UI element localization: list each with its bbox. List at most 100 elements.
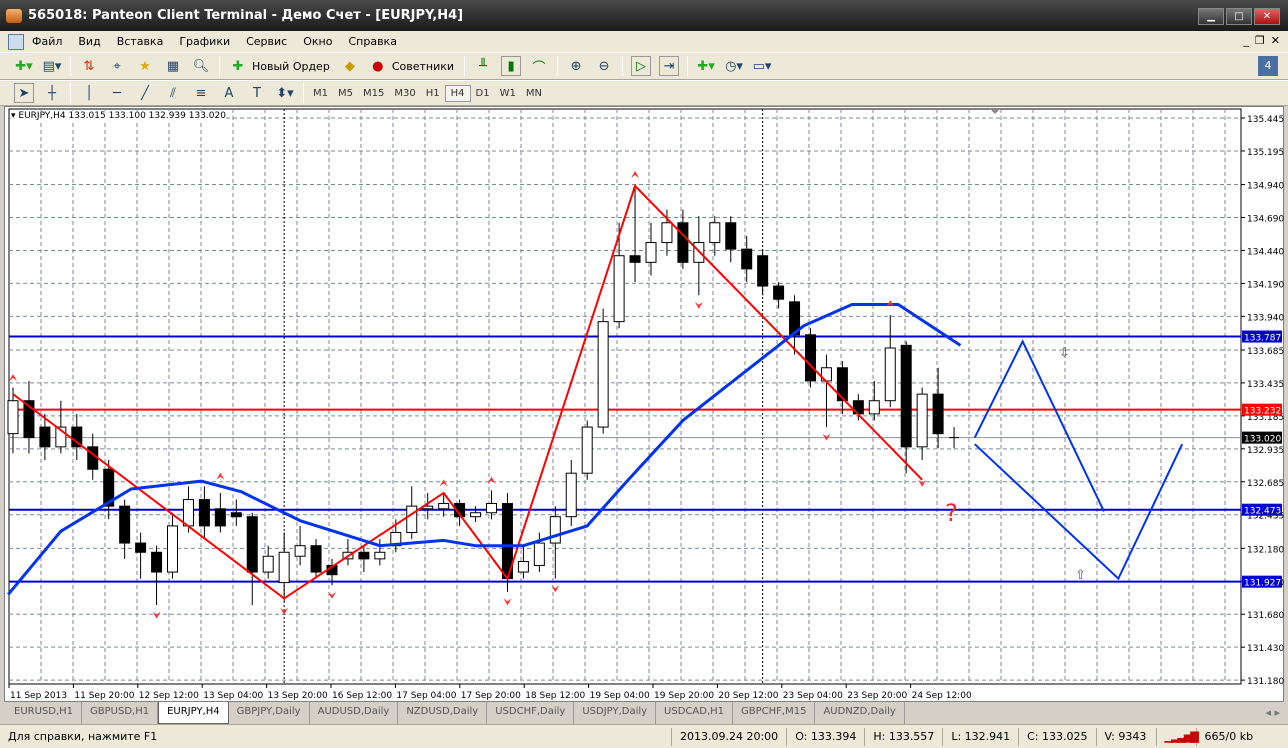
candle-body bbox=[358, 551, 370, 560]
zoom-out-icon[interactable]: ⊖ bbox=[594, 56, 614, 76]
price-tick-label: 133.940 bbox=[1247, 313, 1284, 323]
navigator-icon[interactable]: ★ bbox=[135, 56, 155, 76]
mdi-close-button[interactable]: ✕ bbox=[1271, 34, 1280, 47]
periods-icon[interactable]: ◷▾ bbox=[724, 56, 744, 76]
time-tick-label: 18 Sep 12:00 bbox=[525, 691, 585, 701]
time-tick-label: 13 Sep 20:00 bbox=[268, 691, 328, 701]
chart-shift-icon[interactable]: ⇥ bbox=[659, 56, 680, 76]
menu-charts[interactable]: Графики bbox=[179, 35, 230, 48]
candlestick-icon[interactable]: ▮ bbox=[501, 56, 522, 76]
tab-audusd-daily[interactable]: AUDUSD,Daily bbox=[310, 702, 399, 724]
candle-body bbox=[135, 542, 147, 553]
candle-body bbox=[725, 222, 737, 250]
fibonacci-icon[interactable]: ≡ bbox=[191, 83, 211, 103]
timeframe-h1[interactable]: H1 bbox=[421, 86, 445, 101]
advisors-button[interactable]: Советники bbox=[392, 60, 454, 73]
chart-window[interactable]: 135.445 135.195 134.940 134.690 134.440 134.1… bbox=[4, 106, 1284, 702]
profiles-icon[interactable]: ▤▾ bbox=[42, 56, 62, 76]
chart-window-icon[interactable] bbox=[8, 33, 24, 50]
warning-icon[interactable]: ◆ bbox=[340, 56, 360, 76]
tab-usdjpy-daily[interactable]: USDJPY,Daily bbox=[574, 702, 657, 724]
timeframe-d1[interactable]: D1 bbox=[471, 86, 495, 101]
symbol-ohlc-label: EURJPY,H4 133.015 133.100 132.939 133.02… bbox=[18, 111, 226, 121]
window-title: 565018: Panteon Client Terminal - Демо С… bbox=[28, 8, 464, 23]
tab-usdcad-h1[interactable]: USDCAD,H1 bbox=[656, 702, 733, 724]
app-icon bbox=[6, 8, 22, 23]
candle-body bbox=[757, 255, 769, 287]
new-order-icon[interactable]: ✚ bbox=[228, 56, 248, 76]
tab-audnzd-daily[interactable]: AUDNZD,Daily bbox=[815, 702, 905, 724]
plot-area bbox=[8, 108, 1242, 685]
title-bar: 565018: Panteon Client Terminal - Демо С… bbox=[0, 0, 1288, 31]
status-bar: Для справки, нажмите F1 2013.09.24 20:00… bbox=[0, 724, 1288, 748]
price-tick-label: 135.195 bbox=[1247, 148, 1284, 158]
tab-eurusd-h1[interactable]: EURUSD,H1 bbox=[6, 702, 83, 724]
menu-tools[interactable]: Сервис bbox=[246, 35, 287, 48]
tab-scroll-arrows[interactable]: ◂ ▸ bbox=[1265, 706, 1280, 719]
timeframe-w1[interactable]: W1 bbox=[495, 86, 521, 101]
line-chart-icon[interactable]: ⌒ bbox=[529, 56, 549, 76]
new-chart-icon[interactable]: ✚▾ bbox=[14, 56, 34, 76]
timeframe-mn[interactable]: MN bbox=[521, 86, 547, 101]
candle-body bbox=[805, 334, 816, 382]
cursor-icon[interactable]: ➤ bbox=[14, 83, 34, 103]
status-open: O: 133.394 bbox=[787, 727, 866, 746]
timeframe-m30[interactable]: M30 bbox=[389, 86, 420, 101]
timeframe-h4[interactable]: H4 bbox=[444, 84, 471, 102]
price-chart[interactable]: 135.445 135.195 134.940 134.690 134.440 134.1… bbox=[5, 107, 1285, 703]
bar-chart-icon[interactable]: ╨ bbox=[473, 56, 493, 76]
tab-gbpusd-h1[interactable]: GBPUSD,H1 bbox=[82, 702, 159, 724]
connection-bars-icon: ▁▂▃▅▇ bbox=[1157, 727, 1199, 746]
strategy-tester-icon[interactable]: 🔍︎ bbox=[191, 56, 211, 76]
tab-usdchf-daily[interactable]: USDCHF,Daily bbox=[487, 702, 575, 724]
arrows-icon[interactable]: ⬍▾ bbox=[275, 83, 295, 103]
price-tick-label: 133.435 bbox=[1247, 380, 1284, 390]
text-icon[interactable]: A bbox=[219, 83, 239, 103]
terminal-icon[interactable]: ▦ bbox=[163, 56, 183, 76]
text-label-icon[interactable]: T bbox=[247, 83, 267, 103]
timeframe-m1[interactable]: M1 bbox=[308, 86, 333, 101]
price-tick-label: 135.445 bbox=[1247, 115, 1284, 125]
candle-body bbox=[182, 499, 194, 527]
timeframe-m5[interactable]: M5 bbox=[333, 86, 358, 101]
menu-view[interactable]: Вид bbox=[78, 35, 100, 48]
zoom-in-icon[interactable]: ⊕ bbox=[566, 56, 586, 76]
price-tick-label: 132.685 bbox=[1247, 479, 1284, 489]
time-tick-label: 19 Sep 04:00 bbox=[590, 691, 650, 701]
candle-body bbox=[310, 545, 322, 573]
price-tick-label: 134.440 bbox=[1247, 247, 1284, 257]
candle-body bbox=[773, 285, 785, 300]
close-button[interactable]: ✕ bbox=[1254, 8, 1280, 25]
menu-file[interactable]: Файл bbox=[32, 35, 62, 48]
expert-advisors-icon[interactable]: ● bbox=[368, 56, 388, 76]
candle-body bbox=[406, 505, 418, 534]
mdi-restore-button[interactable]: ❐ bbox=[1255, 34, 1265, 47]
candle-body bbox=[517, 561, 529, 573]
time-tick-label: 11 Sep 2013 bbox=[10, 691, 67, 701]
templates-icon[interactable]: ▭▾ bbox=[752, 56, 772, 76]
tab-gbpjpy-daily[interactable]: GBPJPY,Daily bbox=[229, 702, 310, 724]
candle-body bbox=[246, 516, 258, 573]
indicators-icon[interactable]: ✚▾ bbox=[696, 56, 716, 76]
time-tick-label: 11 Sep 20:00 bbox=[74, 691, 134, 701]
equidistant-channel-icon[interactable]: ⫽ bbox=[163, 83, 183, 103]
new-order-button[interactable]: Новый Ордер bbox=[252, 60, 330, 73]
mdi-minimize-button[interactable]: _ bbox=[1243, 34, 1249, 47]
tab-nzdusd-daily[interactable]: NZDUSD,Daily bbox=[398, 702, 488, 724]
market-watch-icon[interactable]: ⇅ bbox=[79, 56, 99, 76]
minimize-button[interactable]: ▁ bbox=[1198, 8, 1224, 25]
notification-icon[interactable]: 4 bbox=[1258, 56, 1278, 76]
vertical-line-icon[interactable]: │ bbox=[79, 83, 99, 103]
menu-window[interactable]: Окно bbox=[303, 35, 332, 48]
maximize-button[interactable]: □ bbox=[1226, 8, 1252, 25]
menu-insert[interactable]: Вставка bbox=[117, 35, 164, 48]
tab-gbpchf-m15[interactable]: GBPCHF,M15 bbox=[733, 702, 816, 724]
tab-eurjpy-h4[interactable]: EURJPY,H4 bbox=[158, 702, 229, 724]
timeframe-m15[interactable]: M15 bbox=[358, 86, 389, 101]
trendline-icon[interactable]: ╱ bbox=[135, 83, 155, 103]
autoscroll-icon[interactable]: ▷ bbox=[631, 56, 652, 76]
data-window-icon[interactable]: ⌖ bbox=[107, 56, 127, 76]
crosshair-icon[interactable]: ┼ bbox=[42, 83, 62, 103]
menu-help[interactable]: Справка bbox=[348, 35, 396, 48]
horizontal-line-icon[interactable]: ─ bbox=[107, 83, 127, 103]
